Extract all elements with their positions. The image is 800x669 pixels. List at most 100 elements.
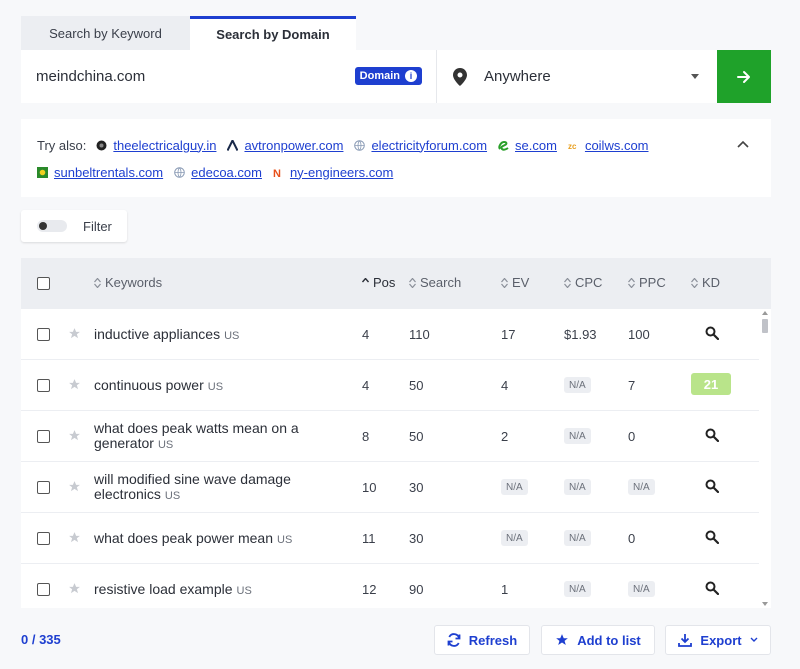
try-also-link[interactable]: se.com bbox=[515, 138, 557, 153]
domain-badge-label: Domain bbox=[359, 70, 400, 82]
keyword-line: generator bbox=[94, 435, 154, 451]
column-header-kd[interactable]: KD bbox=[691, 275, 720, 290]
select-all-checkbox[interactable] bbox=[37, 277, 50, 290]
keyword-text[interactable]: will modified sine wave damage electronic… bbox=[94, 472, 344, 504]
keywords-table: Keywords Pos Search EV CPC PPC KD induct… bbox=[21, 258, 771, 608]
column-header-ppc[interactable]: PPC bbox=[628, 275, 666, 290]
row-checkbox[interactable] bbox=[37, 379, 50, 392]
star-icon[interactable] bbox=[68, 429, 81, 442]
search-bar: Domain i Anywhere bbox=[21, 50, 771, 103]
star-icon[interactable] bbox=[68, 582, 81, 595]
sort-ascending-icon bbox=[362, 277, 369, 282]
keyword-location: US bbox=[236, 585, 252, 597]
row-checkbox[interactable] bbox=[37, 328, 50, 341]
pos-value: 4 bbox=[362, 327, 370, 342]
domain-input[interactable] bbox=[36, 68, 336, 85]
row-checkbox[interactable] bbox=[37, 583, 50, 596]
tab-search-by-keyword[interactable]: Search by Keyword bbox=[21, 16, 190, 50]
table-scrollbar[interactable] bbox=[759, 309, 771, 608]
column-header-pos[interactable]: Pos bbox=[362, 275, 395, 290]
row-checkbox[interactable] bbox=[37, 481, 50, 494]
filter-toggle-button[interactable]: Filter bbox=[21, 210, 127, 242]
ev-value: 2 bbox=[501, 429, 509, 444]
keyword-location: US bbox=[224, 330, 240, 342]
svg-text:zc: zc bbox=[568, 142, 577, 151]
sort-icon bbox=[501, 277, 508, 288]
arrow-right-icon bbox=[737, 70, 750, 83]
cpc-na-badge: N/A bbox=[564, 428, 591, 444]
star-icon[interactable] bbox=[68, 378, 81, 391]
try-also-domain[interactable]: theelectricalguy.in bbox=[96, 138, 216, 153]
column-header-search[interactable]: Search bbox=[409, 275, 461, 290]
try-also-link[interactable]: edecoa.com bbox=[191, 165, 262, 180]
magnifier-icon[interactable] bbox=[705, 479, 719, 493]
refresh-button[interactable]: Refresh bbox=[434, 625, 530, 655]
column-header-keywords[interactable]: Keywords bbox=[94, 275, 162, 290]
keyword-text[interactable]: what does peak watts mean on a generator U… bbox=[94, 421, 344, 453]
row-checkbox[interactable] bbox=[37, 430, 50, 443]
table-row: will modified sine wave damage electronic… bbox=[21, 462, 759, 513]
try-also-panel: Try also: theelectricalguy.in avtronpowe… bbox=[21, 119, 771, 197]
column-header-label: CPC bbox=[575, 275, 603, 290]
ppc-na-badge: N/A bbox=[628, 581, 655, 597]
filter-switch[interactable] bbox=[37, 220, 67, 232]
column-header-label: Pos bbox=[373, 275, 396, 290]
search-value: 50 bbox=[409, 429, 424, 444]
pos-value: 10 bbox=[362, 480, 377, 495]
star-icon[interactable] bbox=[68, 531, 81, 544]
scroll-up-arrow-icon[interactable] bbox=[762, 311, 768, 315]
info-icon[interactable]: i bbox=[405, 70, 417, 82]
cpc-na-badge: N/A bbox=[564, 377, 591, 393]
star-icon[interactable] bbox=[68, 327, 81, 340]
scroll-down-arrow-icon[interactable] bbox=[762, 602, 768, 606]
keyword-text[interactable]: resistive load example US bbox=[94, 582, 344, 599]
keyword-text[interactable]: inductive appliances US bbox=[94, 327, 344, 344]
domain-badge[interactable]: Domain i bbox=[354, 67, 422, 85]
location-select[interactable]: Anywhere bbox=[437, 50, 717, 103]
try-also-domain[interactable]: zc coilws.com bbox=[568, 138, 649, 153]
try-also-link[interactable]: ny-engineers.com bbox=[290, 165, 393, 180]
try-also-domain[interactable]: N ny-engineers.com bbox=[273, 165, 393, 180]
search-mode-tabs: Search by Keyword Search by Domain bbox=[21, 16, 356, 50]
filter-label: Filter bbox=[83, 218, 112, 234]
try-also-domain[interactable]: electricityforum.com bbox=[354, 138, 487, 153]
star-icon[interactable] bbox=[68, 480, 81, 493]
keyword-line: resistive load example bbox=[94, 581, 233, 597]
avtron-logo-icon bbox=[227, 139, 239, 151]
search-value: 30 bbox=[409, 531, 424, 546]
try-also-link[interactable]: coilws.com bbox=[585, 138, 649, 153]
keyword-text[interactable]: what does peak power mean US bbox=[94, 531, 344, 548]
magnifier-icon[interactable] bbox=[705, 428, 719, 442]
magnifier-icon[interactable] bbox=[705, 581, 719, 595]
cpc-na-badge: N/A bbox=[564, 479, 591, 495]
row-checkbox[interactable] bbox=[37, 532, 50, 545]
try-also-domain[interactable]: avtronpower.com bbox=[227, 138, 343, 153]
search-value: 50 bbox=[409, 378, 424, 393]
pos-value: 11 bbox=[362, 531, 376, 546]
add-to-list-button[interactable]: Add to list bbox=[541, 625, 655, 655]
column-header-label: Search bbox=[420, 275, 462, 290]
keyword-text[interactable]: continuous power US bbox=[94, 378, 344, 395]
keyword-line: will modified sine wave damage bbox=[94, 471, 291, 487]
try-also-domain[interactable]: se.com bbox=[498, 138, 557, 153]
chevron-up-icon[interactable] bbox=[737, 140, 749, 148]
column-header-cpc[interactable]: CPC bbox=[564, 275, 602, 290]
try-also-domain[interactable]: sunbeltrentals.com bbox=[37, 165, 163, 180]
try-also-link[interactable]: theelectricalguy.in bbox=[113, 138, 216, 153]
scroll-thumb[interactable] bbox=[762, 319, 768, 333]
column-header-ev[interactable]: EV bbox=[501, 275, 529, 290]
try-also-domain[interactable]: edecoa.com bbox=[174, 165, 262, 180]
pos-value: 12 bbox=[362, 582, 377, 597]
magnifier-icon[interactable] bbox=[705, 530, 719, 544]
cpc-value: $1.93 bbox=[564, 327, 597, 342]
pos-value: 4 bbox=[362, 378, 370, 393]
keyword-line: continuous power bbox=[94, 377, 204, 393]
tab-search-by-domain[interactable]: Search by Domain bbox=[190, 16, 356, 50]
try-also-link[interactable]: sunbeltrentals.com bbox=[54, 165, 163, 180]
try-also-link[interactable]: electricityforum.com bbox=[371, 138, 487, 153]
try-also-link[interactable]: avtronpower.com bbox=[244, 138, 343, 153]
search-submit-button[interactable] bbox=[717, 50, 771, 103]
svg-text:N: N bbox=[273, 168, 281, 178]
export-button[interactable]: Export bbox=[665, 625, 771, 655]
magnifier-icon[interactable] bbox=[705, 326, 719, 340]
